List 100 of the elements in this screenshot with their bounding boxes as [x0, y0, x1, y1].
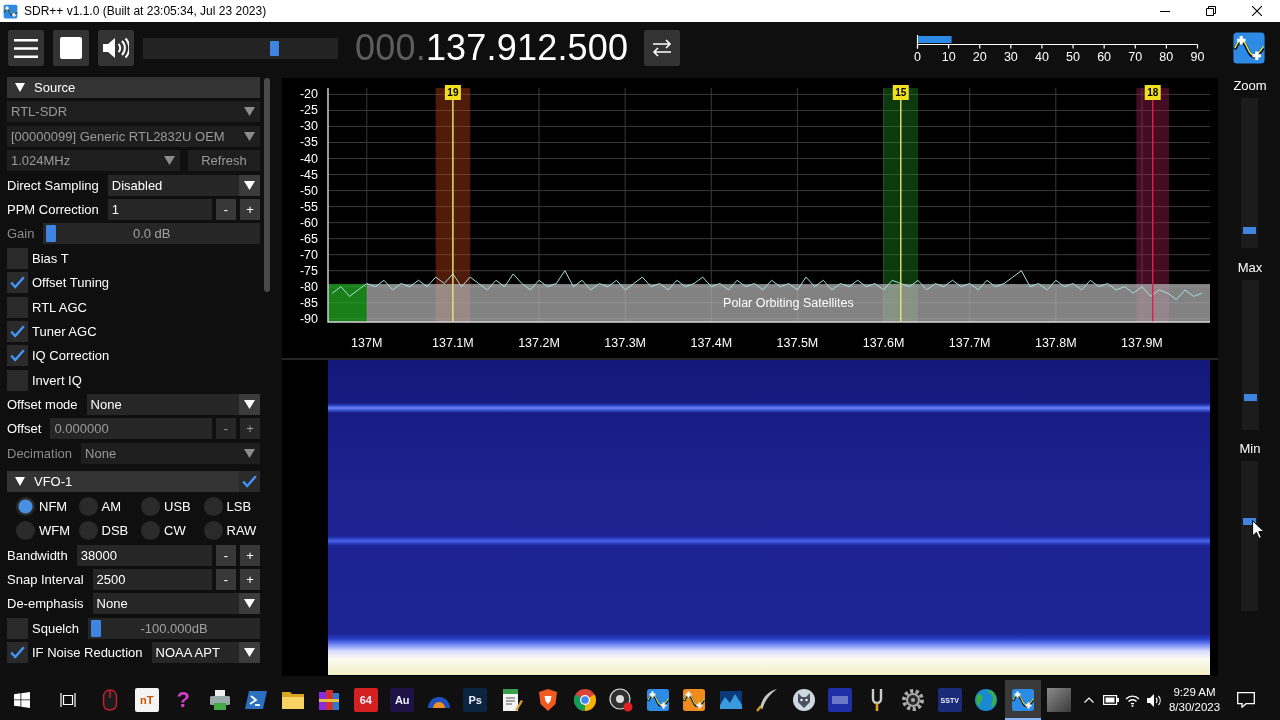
slider-thumb[interactable]	[270, 40, 280, 56]
marker-label[interactable]: 19	[444, 85, 461, 100]
marker-label[interactable]: 18	[1144, 85, 1161, 100]
stop-button[interactable]	[53, 30, 89, 66]
wifi-icon[interactable]	[1125, 693, 1140, 707]
marker-label[interactable]: 15	[892, 85, 909, 100]
minimize-icon[interactable]	[1160, 10, 1170, 12]
printer-icon[interactable]	[207, 688, 232, 712]
radio-button[interactable]	[78, 521, 98, 541]
swap-button[interactable]	[644, 30, 681, 66]
dropdown[interactable]: None	[86, 394, 260, 416]
round-logo-icon[interactable]	[572, 688, 597, 712]
record-icon[interactable]	[609, 688, 634, 712]
caret-icon[interactable]	[239, 593, 260, 615]
increment-button[interactable]: +	[240, 544, 260, 566]
gear-icon[interactable]	[901, 688, 926, 712]
slider-thumb[interactable]	[1243, 393, 1257, 401]
app-logo[interactable]: 64	[353, 688, 378, 712]
checkbox-label[interactable]: IF Noise Reduction	[32, 645, 143, 661]
frequency-value[interactable]: 137.912.500	[425, 27, 629, 69]
dropdown[interactable]: NOAA APT	[151, 642, 260, 664]
radio-button[interactable]	[16, 521, 35, 541]
decrement-button[interactable]: -	[216, 544, 236, 566]
section-header[interactable]: VFO-1	[7, 471, 260, 493]
wave-icon[interactable]	[718, 688, 743, 712]
volume-slider[interactable]	[143, 37, 338, 59]
checkbox-label[interactable]: Invert IQ	[32, 372, 82, 388]
tile-icon[interactable]	[828, 688, 853, 712]
clock-time[interactable]: 9:29 AM	[1173, 685, 1216, 700]
radio-label[interactable]: DSB	[101, 523, 129, 539]
dropdown[interactable]: Disabled	[107, 174, 260, 196]
radio-label[interactable]: AM	[101, 498, 121, 514]
menu-button[interactable]	[8, 30, 44, 66]
wave-tile-icon[interactable]	[682, 688, 707, 712]
swap-arrows-icon[interactable]	[652, 39, 673, 57]
number-field[interactable]: 38000	[76, 544, 212, 566]
checkbox-label[interactable]: Bias T	[32, 250, 69, 266]
speaker-icon[interactable]	[103, 37, 129, 59]
radio-label[interactable]: USB	[164, 498, 191, 514]
radio-button[interactable]	[141, 521, 160, 541]
decrement-button[interactable]: -	[216, 568, 236, 590]
wave-tile-icon[interactable]	[1010, 688, 1035, 712]
wave-tile-icon[interactable]	[645, 688, 670, 712]
radio-button[interactable]	[16, 496, 35, 516]
task-view-icon[interactable]	[60, 692, 76, 708]
frequency-band[interactable]	[328, 284, 367, 322]
menu-icon[interactable]	[14, 38, 38, 58]
app-logo[interactable]: Au	[390, 688, 415, 712]
volume-button[interactable]	[98, 30, 134, 66]
radio-button[interactable]	[141, 496, 160, 516]
vertical-slider[interactable]	[1241, 461, 1259, 611]
taskbar-button[interactable]: Au	[384, 680, 421, 720]
speaker-icon[interactable]	[1147, 693, 1162, 707]
close-icon[interactable]	[1252, 6, 1262, 16]
radio-label[interactable]: RAW	[226, 523, 257, 539]
scrollbar-thumb[interactable]	[264, 78, 270, 292]
caret-icon[interactable]	[239, 642, 260, 664]
checkbox-label[interactable]: Offset Tuning	[32, 275, 110, 291]
checkbox-label[interactable]: IQ Correction	[32, 348, 110, 364]
clock-date[interactable]: 8/30/2023	[1168, 700, 1221, 715]
app-logo[interactable]: Ps	[463, 688, 488, 712]
photo-placeholder[interactable]	[1047, 688, 1072, 712]
checkbox[interactable]	[7, 247, 28, 269]
section-header[interactable]: Source	[7, 77, 260, 98]
taskbar-button[interactable]: Ps	[457, 680, 494, 720]
taskbar-button[interactable]: ?	[165, 680, 202, 720]
four-panes-icon[interactable]	[14, 692, 30, 708]
radio-label[interactable]: WFM	[39, 523, 71, 539]
vertical-slider[interactable]	[1241, 98, 1259, 248]
increment-button[interactable]: +	[240, 198, 260, 220]
taskbar-button[interactable]	[1004, 680, 1041, 720]
radio-button[interactable]	[203, 521, 223, 541]
radio-label[interactable]: CW	[164, 523, 186, 539]
globe-icon[interactable]	[974, 688, 999, 712]
notification-icon[interactable]	[1236, 692, 1255, 708]
terminal-icon[interactable]	[244, 688, 269, 712]
caret-icon[interactable]	[239, 394, 260, 416]
section-title[interactable]: VFO-1	[34, 474, 73, 490]
radio-label[interactable]: NFM	[39, 498, 68, 514]
taskbar-button[interactable]: nT	[128, 680, 165, 720]
radio-button[interactable]	[203, 496, 223, 516]
restore-icon[interactable]	[1206, 6, 1216, 16]
checkbox[interactable]	[7, 296, 28, 318]
decrement-button[interactable]: -	[216, 198, 236, 220]
checkbox-label[interactable]: RTL AGC	[32, 299, 87, 315]
taskbar-button[interactable]: 64	[347, 680, 384, 720]
radio-label[interactable]: LSB	[226, 498, 252, 514]
app-logo[interactable]: nT	[134, 688, 159, 712]
books-icon[interactable]	[317, 688, 342, 712]
checkbox-label[interactable]: Tuner AGC	[32, 323, 97, 339]
chevron-up-icon[interactable]	[1083, 697, 1094, 703]
number-field[interactable]: 2500	[92, 568, 212, 590]
battery-icon[interactable]	[1102, 695, 1119, 705]
checkbox[interactable]	[7, 369, 28, 391]
animal-head-icon[interactable]	[791, 688, 816, 712]
dropdown[interactable]: None	[92, 593, 260, 615]
caret-icon[interactable]	[239, 174, 260, 196]
caret-down-icon[interactable]	[15, 477, 25, 487]
section-title[interactable]: Source	[34, 80, 76, 95]
vertical-slider[interactable]	[1241, 279, 1259, 430]
